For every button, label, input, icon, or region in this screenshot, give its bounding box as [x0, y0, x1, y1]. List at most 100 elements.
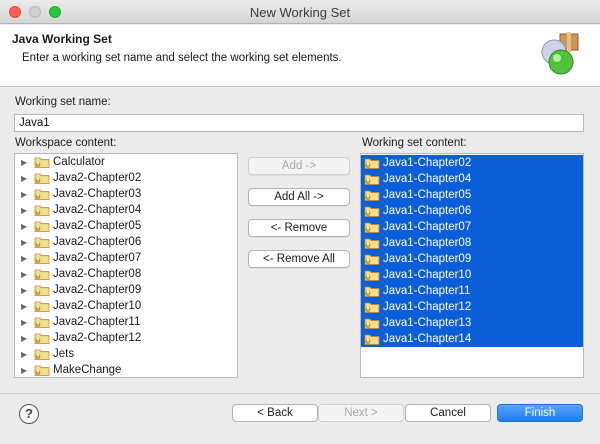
project-folder-icon	[34, 253, 50, 264]
expand-arrow-icon[interactable]: ▶	[21, 318, 29, 327]
expand-arrow-icon[interactable]: ▶	[21, 190, 29, 199]
project-folder-icon	[364, 238, 380, 249]
project-folder-icon	[364, 222, 380, 233]
expand-arrow-icon[interactable]: ▶	[21, 206, 29, 215]
project-folder-icon	[364, 334, 380, 345]
project-folder-icon	[364, 174, 380, 185]
workspace-tree-item-label: Jets	[53, 348, 75, 360]
project-folder-icon	[364, 190, 380, 201]
project-folder-icon	[34, 365, 50, 376]
expand-arrow-icon[interactable]: ▶	[21, 254, 29, 263]
window-title: New Working Set	[249, 5, 351, 20]
working-set-item-label: Java1-Chapter06	[383, 205, 472, 217]
workspace-tree-item-label: Java2-Chapter08	[53, 268, 142, 280]
working-set-content-list[interactable]: Java1-Chapter02 Java1-Chapter04 Java1-Chap…	[360, 153, 584, 378]
working-set-item[interactable]: Java1-Chapter13	[361, 315, 583, 331]
working-set-item-label: Java1-Chapter13	[383, 317, 472, 329]
working-set-item-label: Java1-Chapter12	[383, 301, 472, 313]
wizard-description: Enter a working set name and select the …	[22, 52, 342, 64]
project-folder-icon	[34, 285, 50, 296]
project-folder-icon	[364, 302, 380, 313]
working-set-item[interactable]: Java1-Chapter04	[361, 171, 583, 187]
expand-arrow-icon[interactable]: ▶	[21, 238, 29, 247]
working-set-item[interactable]: Java1-Chapter06	[361, 203, 583, 219]
finish-button[interactable]: Finish	[497, 404, 583, 422]
expand-arrow-icon[interactable]: ▶	[21, 366, 29, 375]
project-folder-icon	[364, 318, 380, 329]
working-set-item-label: Java1-Chapter05	[383, 189, 472, 201]
expand-arrow-icon[interactable]: ▶	[21, 158, 29, 167]
project-folder-icon	[364, 270, 380, 281]
title-bar: New Working Set	[0, 0, 600, 24]
workspace-tree-item[interactable]: ▶ Java2-Chapter03	[15, 186, 237, 202]
project-folder-icon	[34, 269, 50, 280]
back-button[interactable]: < Back	[232, 404, 318, 422]
workspace-tree-item-label: Java2-Chapter04	[53, 204, 142, 216]
workspace-tree-item-label: Java2-Chapter07	[53, 252, 142, 264]
workspace-tree-item[interactable]: ▶ Java2-Chapter05	[15, 218, 237, 234]
working-set-content-label: Working set content:	[362, 137, 467, 149]
workspace-tree-item[interactable]: ▶ MakeChange	[15, 362, 237, 377]
working-set-item-label: Java1-Chapter04	[383, 173, 472, 185]
remove-button[interactable]: <- Remove	[248, 219, 350, 237]
workspace-tree-item[interactable]: ▶ Java2-Chapter10	[15, 298, 237, 314]
wizard-title: Java Working Set	[12, 32, 112, 46]
working-set-item[interactable]: Java1-Chapter02	[361, 155, 583, 171]
add-all-button[interactable]: Add All ->	[248, 188, 350, 206]
project-folder-icon	[34, 301, 50, 312]
workspace-content-label: Workspace content:	[15, 137, 117, 149]
workspace-tree-item[interactable]: ▶ Java2-Chapter02	[15, 170, 237, 186]
workspace-tree-item[interactable]: ▶ Jets	[15, 346, 237, 362]
workspace-content-tree[interactable]: ▶ Calculator ▶ Java2-Chapter02 ▶ Java2-Chapte…	[14, 153, 238, 378]
workspace-tree-item[interactable]: ▶ Java2-Chapter04	[15, 202, 237, 218]
project-folder-icon	[34, 189, 50, 200]
workspace-tree-item-label: Java2-Chapter06	[53, 236, 142, 248]
workspace-tree-item[interactable]: ▶ Java2-Chapter07	[15, 250, 237, 266]
workspace-tree-item[interactable]: ▶ Java2-Chapter11	[15, 314, 237, 330]
working-set-item[interactable]: Java1-Chapter05	[361, 187, 583, 203]
expand-arrow-icon[interactable]: ▶	[21, 174, 29, 183]
project-folder-icon	[364, 158, 380, 169]
project-folder-icon	[34, 237, 50, 248]
working-set-item-label: Java1-Chapter07	[383, 221, 472, 233]
project-folder-icon	[34, 221, 50, 232]
working-set-item[interactable]: Java1-Chapter12	[361, 299, 583, 315]
workspace-tree-item[interactable]: ▶ Calculator	[15, 154, 237, 170]
workspace-tree-item[interactable]: ▶ Java2-Chapter08	[15, 266, 237, 282]
working-set-item[interactable]: Java1-Chapter09	[361, 251, 583, 267]
project-folder-icon	[34, 205, 50, 216]
expand-arrow-icon[interactable]: ▶	[21, 350, 29, 359]
project-folder-icon	[34, 157, 50, 168]
working-set-item[interactable]: Java1-Chapter14	[361, 331, 583, 347]
project-folder-icon	[364, 286, 380, 297]
working-set-name-input[interactable]	[14, 114, 584, 132]
working-set-item-label: Java1-Chapter11	[383, 285, 471, 297]
workspace-tree-item[interactable]: ▶ Java2-Chapter12	[15, 330, 237, 346]
workspace-tree-item-label: Java2-Chapter09	[53, 284, 142, 296]
workspace-tree-item-label: Java2-Chapter05	[53, 220, 142, 232]
workspace-tree-item[interactable]: ▶ Java2-Chapter06	[15, 234, 237, 250]
expand-arrow-icon[interactable]: ▶	[21, 222, 29, 231]
working-set-item[interactable]: Java1-Chapter08	[361, 235, 583, 251]
working-set-item[interactable]: Java1-Chapter11	[361, 283, 583, 299]
expand-arrow-icon[interactable]: ▶	[21, 286, 29, 295]
remove-all-button[interactable]: <- Remove All	[248, 250, 350, 268]
workspace-tree-item-label: MakeChange	[53, 364, 122, 376]
cancel-button[interactable]: Cancel	[405, 404, 491, 422]
working-set-item-label: Java1-Chapter10	[383, 269, 472, 281]
workspace-tree-item-label: Java2-Chapter11	[53, 316, 141, 328]
project-folder-icon	[34, 317, 50, 328]
add-button[interactable]: Add ->	[248, 157, 350, 175]
working-set-item-label: Java1-Chapter02	[383, 157, 472, 169]
workspace-tree-item[interactable]: ▶ Java2-Chapter09	[15, 282, 237, 298]
next-button[interactable]: Next >	[318, 404, 404, 422]
working-set-item[interactable]: Java1-Chapter10	[361, 267, 583, 283]
expand-arrow-icon[interactable]: ▶	[21, 334, 29, 343]
project-folder-icon	[34, 333, 50, 344]
expand-arrow-icon[interactable]: ▶	[21, 270, 29, 279]
working-set-item[interactable]: Java1-Chapter07	[361, 219, 583, 235]
project-folder-icon	[364, 254, 380, 265]
project-folder-icon	[34, 349, 50, 360]
help-button[interactable]: ?	[19, 404, 39, 424]
expand-arrow-icon[interactable]: ▶	[21, 302, 29, 311]
